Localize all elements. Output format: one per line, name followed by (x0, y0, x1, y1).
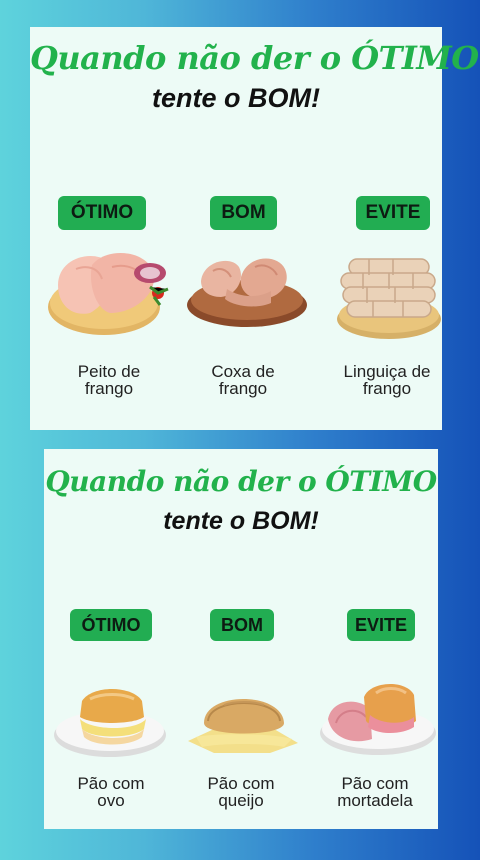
comparison-card-2: Quando não der o ÓTIMO tente o BOM! ÓTIM… (44, 449, 438, 829)
item-label-peito-de-frango: Peito de frango (77, 362, 141, 398)
card-title: Quando não der o ÓTIMO (30, 39, 479, 77)
cheese-bread-image (188, 699, 298, 753)
card-title: Quando não der o ÓTIMO (45, 465, 437, 498)
chicken-thigh-image (187, 258, 307, 327)
egg-sandwich-image (54, 689, 166, 757)
comparison-card-1: Quando não der o ÓTIMO tente o BOM! ÓTIM… (30, 27, 479, 430)
item-label-linguica-de-frango: Linguiça de frango (343, 362, 431, 398)
badge-otimo: ÓTIMO (58, 196, 146, 230)
item-label-pao-com-ovo: Pão com ovo (77, 774, 145, 810)
item-label-pao-com-queijo: Pão com queijo (207, 774, 275, 810)
badge-bom: BOM (210, 609, 274, 641)
badge-bom: BOM (210, 196, 277, 230)
sausage-image (337, 258, 441, 339)
mortadella-bread-image (320, 683, 436, 755)
badge-evite: EVITE (356, 196, 430, 230)
item-label-coxa-de-frango: Coxa de frango (211, 362, 275, 398)
chicken-breast-image (48, 252, 169, 335)
item-label-pao-com-mortadela: Pão com mortadela (337, 774, 413, 810)
card-subtitle: tente o BOM! (163, 507, 319, 535)
badge-otimo: ÓTIMO (70, 609, 152, 641)
badge-evite: EVITE (347, 609, 415, 641)
card-subtitle: tente o BOM! (152, 83, 320, 113)
